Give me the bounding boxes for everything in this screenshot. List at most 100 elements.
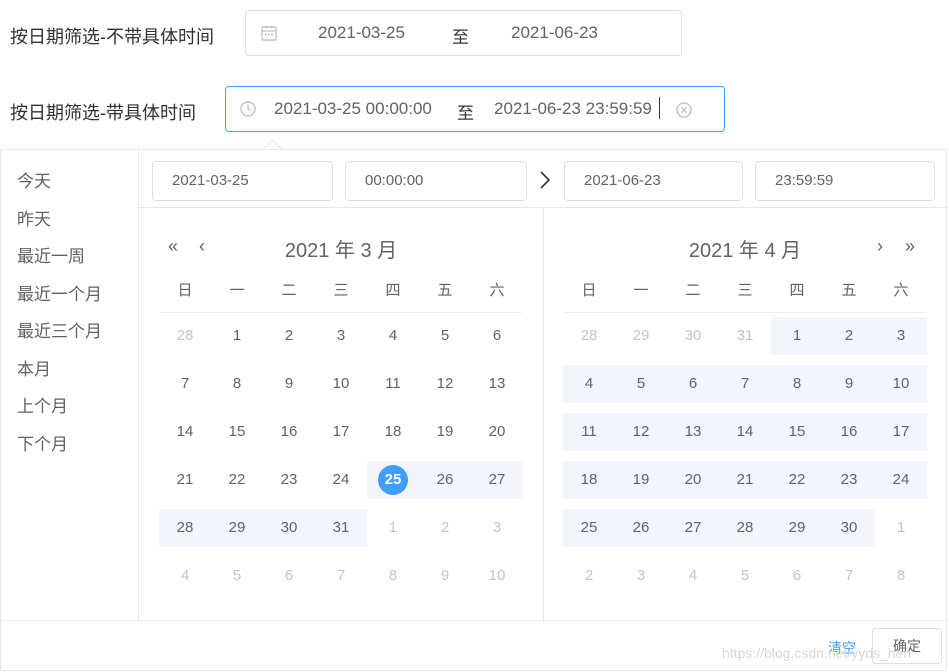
shortcut-yesterday[interactable]: 昨天 [17, 205, 51, 230]
end-time-input[interactable]: 23:59:59 [755, 161, 935, 201]
date-cell[interactable]: 8 [771, 365, 823, 403]
date-cell[interactable]: 26 [419, 461, 471, 499]
date-cell[interactable]: 24 [875, 461, 927, 499]
date-cell[interactable]: 13 [471, 365, 523, 403]
shortcut-last-week[interactable]: 最近一周 [17, 242, 85, 267]
date-cell[interactable]: 29 [771, 509, 823, 547]
range-end-input[interactable]: 2021-06-23 [511, 23, 598, 43]
date-cell[interactable]: 14 [719, 413, 771, 451]
date-cell: 2 [584, 567, 594, 584]
date-cell[interactable]: 26 [615, 509, 667, 547]
next-year-icon[interactable]: » [905, 236, 915, 257]
date-cell[interactable]: 6 [667, 365, 719, 403]
date-cell: 31 [736, 327, 754, 344]
date-cell[interactable]: 3 [875, 317, 927, 355]
date-cell: 5 [232, 567, 242, 584]
datetime-separator: 至 [457, 104, 474, 123]
date-cell[interactable]: 30 [263, 509, 315, 547]
prev-year-icon[interactable]: « [168, 236, 178, 257]
date-cell[interactable]: 19 [615, 461, 667, 499]
shortcut-previous-month[interactable]: 上个月 [17, 392, 68, 417]
date-cell[interactable]: 27 [471, 461, 523, 499]
datetime-range-picker[interactable]: 2021-03-25 00:00:00 至 2021-06-23 23:59:5… [225, 86, 725, 132]
weekday-label: 六 [893, 282, 909, 299]
date-cell[interactable]: 29 [211, 509, 263, 547]
date-cell[interactable]: 4 [367, 317, 419, 355]
weekday-label: 五 [841, 282, 857, 299]
date-cell[interactable]: 27 [667, 509, 719, 547]
date-cell[interactable]: 8 [211, 365, 263, 403]
date-cell[interactable]: 20 [667, 461, 719, 499]
date-cell[interactable]: 23 [823, 461, 875, 499]
date-cell[interactable]: 17 [315, 413, 367, 451]
start-time-input[interactable]: 00:00:00 [345, 161, 527, 201]
date-cell[interactable]: 1 [771, 317, 823, 355]
date-cell[interactable]: 31 [315, 509, 367, 547]
date-cell[interactable]: 22 [771, 461, 823, 499]
date-cell[interactable]: 4 [563, 365, 615, 403]
date-cell[interactable]: 16 [823, 413, 875, 451]
date-cell[interactable]: 28 [159, 509, 211, 547]
date-cell: 1 [388, 519, 398, 536]
date-cell[interactable]: 19 [419, 413, 471, 451]
date-cell[interactable]: 18 [563, 461, 615, 499]
start-date-input[interactable]: 2021-03-25 [152, 161, 333, 201]
date-cell[interactable]: 9 [263, 365, 315, 403]
selected-date-cell[interactable]: 25 [367, 461, 419, 499]
date-cell[interactable]: 5 [615, 365, 667, 403]
end-date-input[interactable]: 2021-06-23 [564, 161, 743, 201]
date-cell[interactable]: 10 [315, 365, 367, 403]
date-cell: 28 [176, 327, 194, 344]
date-cell[interactable]: 9 [823, 365, 875, 403]
calendar-icon [260, 24, 278, 42]
range-start-input[interactable]: 2021-03-25 [318, 23, 405, 43]
shortcut-today[interactable]: 今天 [17, 167, 51, 192]
date-cell[interactable]: 18 [367, 413, 419, 451]
shortcut-last-month[interactable]: 最近一个月 [17, 280, 102, 305]
shortcut-next-month[interactable]: 下个月 [17, 430, 68, 455]
date-cell[interactable]: 13 [667, 413, 719, 451]
date-cell[interactable]: 10 [875, 365, 927, 403]
shortcut-last-three-months[interactable]: 最近三个月 [17, 317, 102, 342]
date-cell[interactable]: 23 [263, 461, 315, 499]
date-cell: 29 [632, 327, 650, 344]
date-range-picker[interactable]: 2021-03-25 至 2021-06-23 [245, 10, 682, 56]
date-cell[interactable]: 30 [823, 509, 875, 547]
date-cell: 8 [388, 567, 398, 584]
date-cell[interactable]: 1 [211, 317, 263, 355]
date-cell[interactable]: 21 [719, 461, 771, 499]
date-cell[interactable]: 28 [719, 509, 771, 547]
date-cell: 28 [580, 327, 598, 344]
date-cell[interactable]: 16 [263, 413, 315, 451]
date-cell[interactable]: 5 [419, 317, 471, 355]
date-cell[interactable]: 12 [615, 413, 667, 451]
date-cell: 9 [440, 567, 450, 584]
date-cell[interactable]: 17 [875, 413, 927, 451]
date-cell[interactable]: 11 [563, 413, 615, 451]
date-cell[interactable]: 22 [211, 461, 263, 499]
date-cell[interactable]: 25 [563, 509, 615, 547]
shortcut-this-month[interactable]: 本月 [17, 355, 51, 380]
date-cell[interactable]: 2 [823, 317, 875, 355]
date-cell[interactable]: 7 [159, 365, 211, 403]
datetime-start-input[interactable]: 2021-03-25 00:00:00 [274, 99, 432, 119]
date-cell[interactable]: 14 [159, 413, 211, 451]
date-cell[interactable]: 2 [263, 317, 315, 355]
date-cell[interactable]: 15 [211, 413, 263, 451]
date-cell[interactable]: 12 [419, 365, 471, 403]
next-month-icon[interactable]: › [877, 236, 883, 257]
date-cell: 6 [792, 567, 802, 584]
datetime-end-input[interactable]: 2021-06-23 23:59:59 [494, 99, 652, 119]
date-cell[interactable]: 20 [471, 413, 523, 451]
date-cell[interactable]: 11 [367, 365, 419, 403]
date-cell[interactable]: 24 [315, 461, 367, 499]
circle-close-icon[interactable] [675, 101, 693, 119]
prev-month-icon[interactable]: ‹ [199, 236, 205, 257]
text-cursor [659, 97, 660, 119]
date-cell[interactable]: 3 [315, 317, 367, 355]
date-cell[interactable]: 21 [159, 461, 211, 499]
date-cell[interactable]: 7 [719, 365, 771, 403]
date-cell[interactable]: 6 [471, 317, 523, 355]
date-cell[interactable]: 15 [771, 413, 823, 451]
weekday-label: 日 [177, 282, 193, 299]
